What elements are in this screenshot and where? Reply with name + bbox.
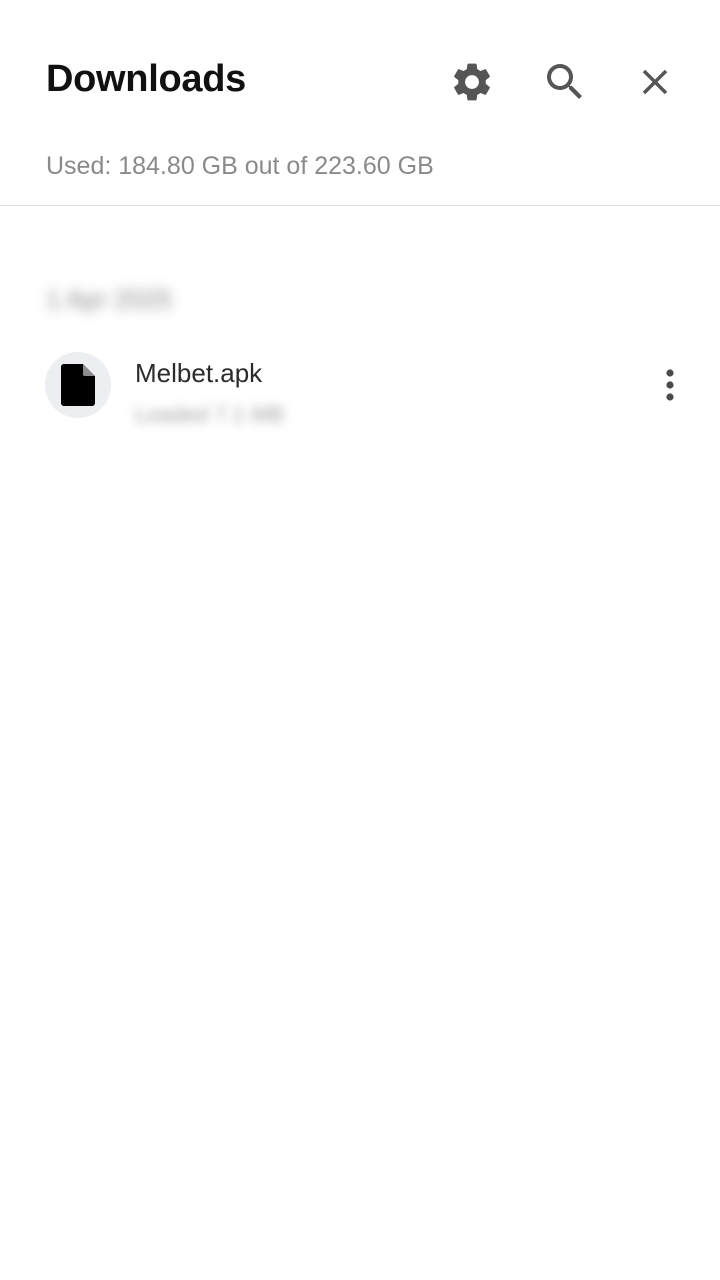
more-options-button[interactable] xyxy=(650,360,690,410)
gear-icon xyxy=(454,63,490,101)
file-name: Melbet.apk xyxy=(135,358,263,388)
page-title: Downloads xyxy=(46,58,246,100)
downloads-header: Downloads Used: 184.80 GB out of 223.60 … xyxy=(0,0,720,206)
more-vert-icon xyxy=(666,369,674,401)
search-icon xyxy=(547,64,582,99)
section-date-header: 1 Apr 2025 xyxy=(46,284,172,314)
file-meta: Loaded 7.1 MB xyxy=(135,402,285,427)
close-icon xyxy=(642,69,668,95)
download-list-item[interactable]: Melbet.apk Loaded 7.1 MB xyxy=(0,340,720,440)
downloads-screen: Downloads Used: 184.80 GB out of 223.60 … xyxy=(0,0,720,1280)
settings-button[interactable] xyxy=(442,52,502,112)
storage-usage-text: Used: 184.80 GB out of 223.60 GB xyxy=(46,152,434,180)
search-button[interactable] xyxy=(535,52,595,112)
close-button[interactable] xyxy=(625,52,685,112)
file-icon xyxy=(61,364,95,406)
file-avatar xyxy=(45,352,111,418)
